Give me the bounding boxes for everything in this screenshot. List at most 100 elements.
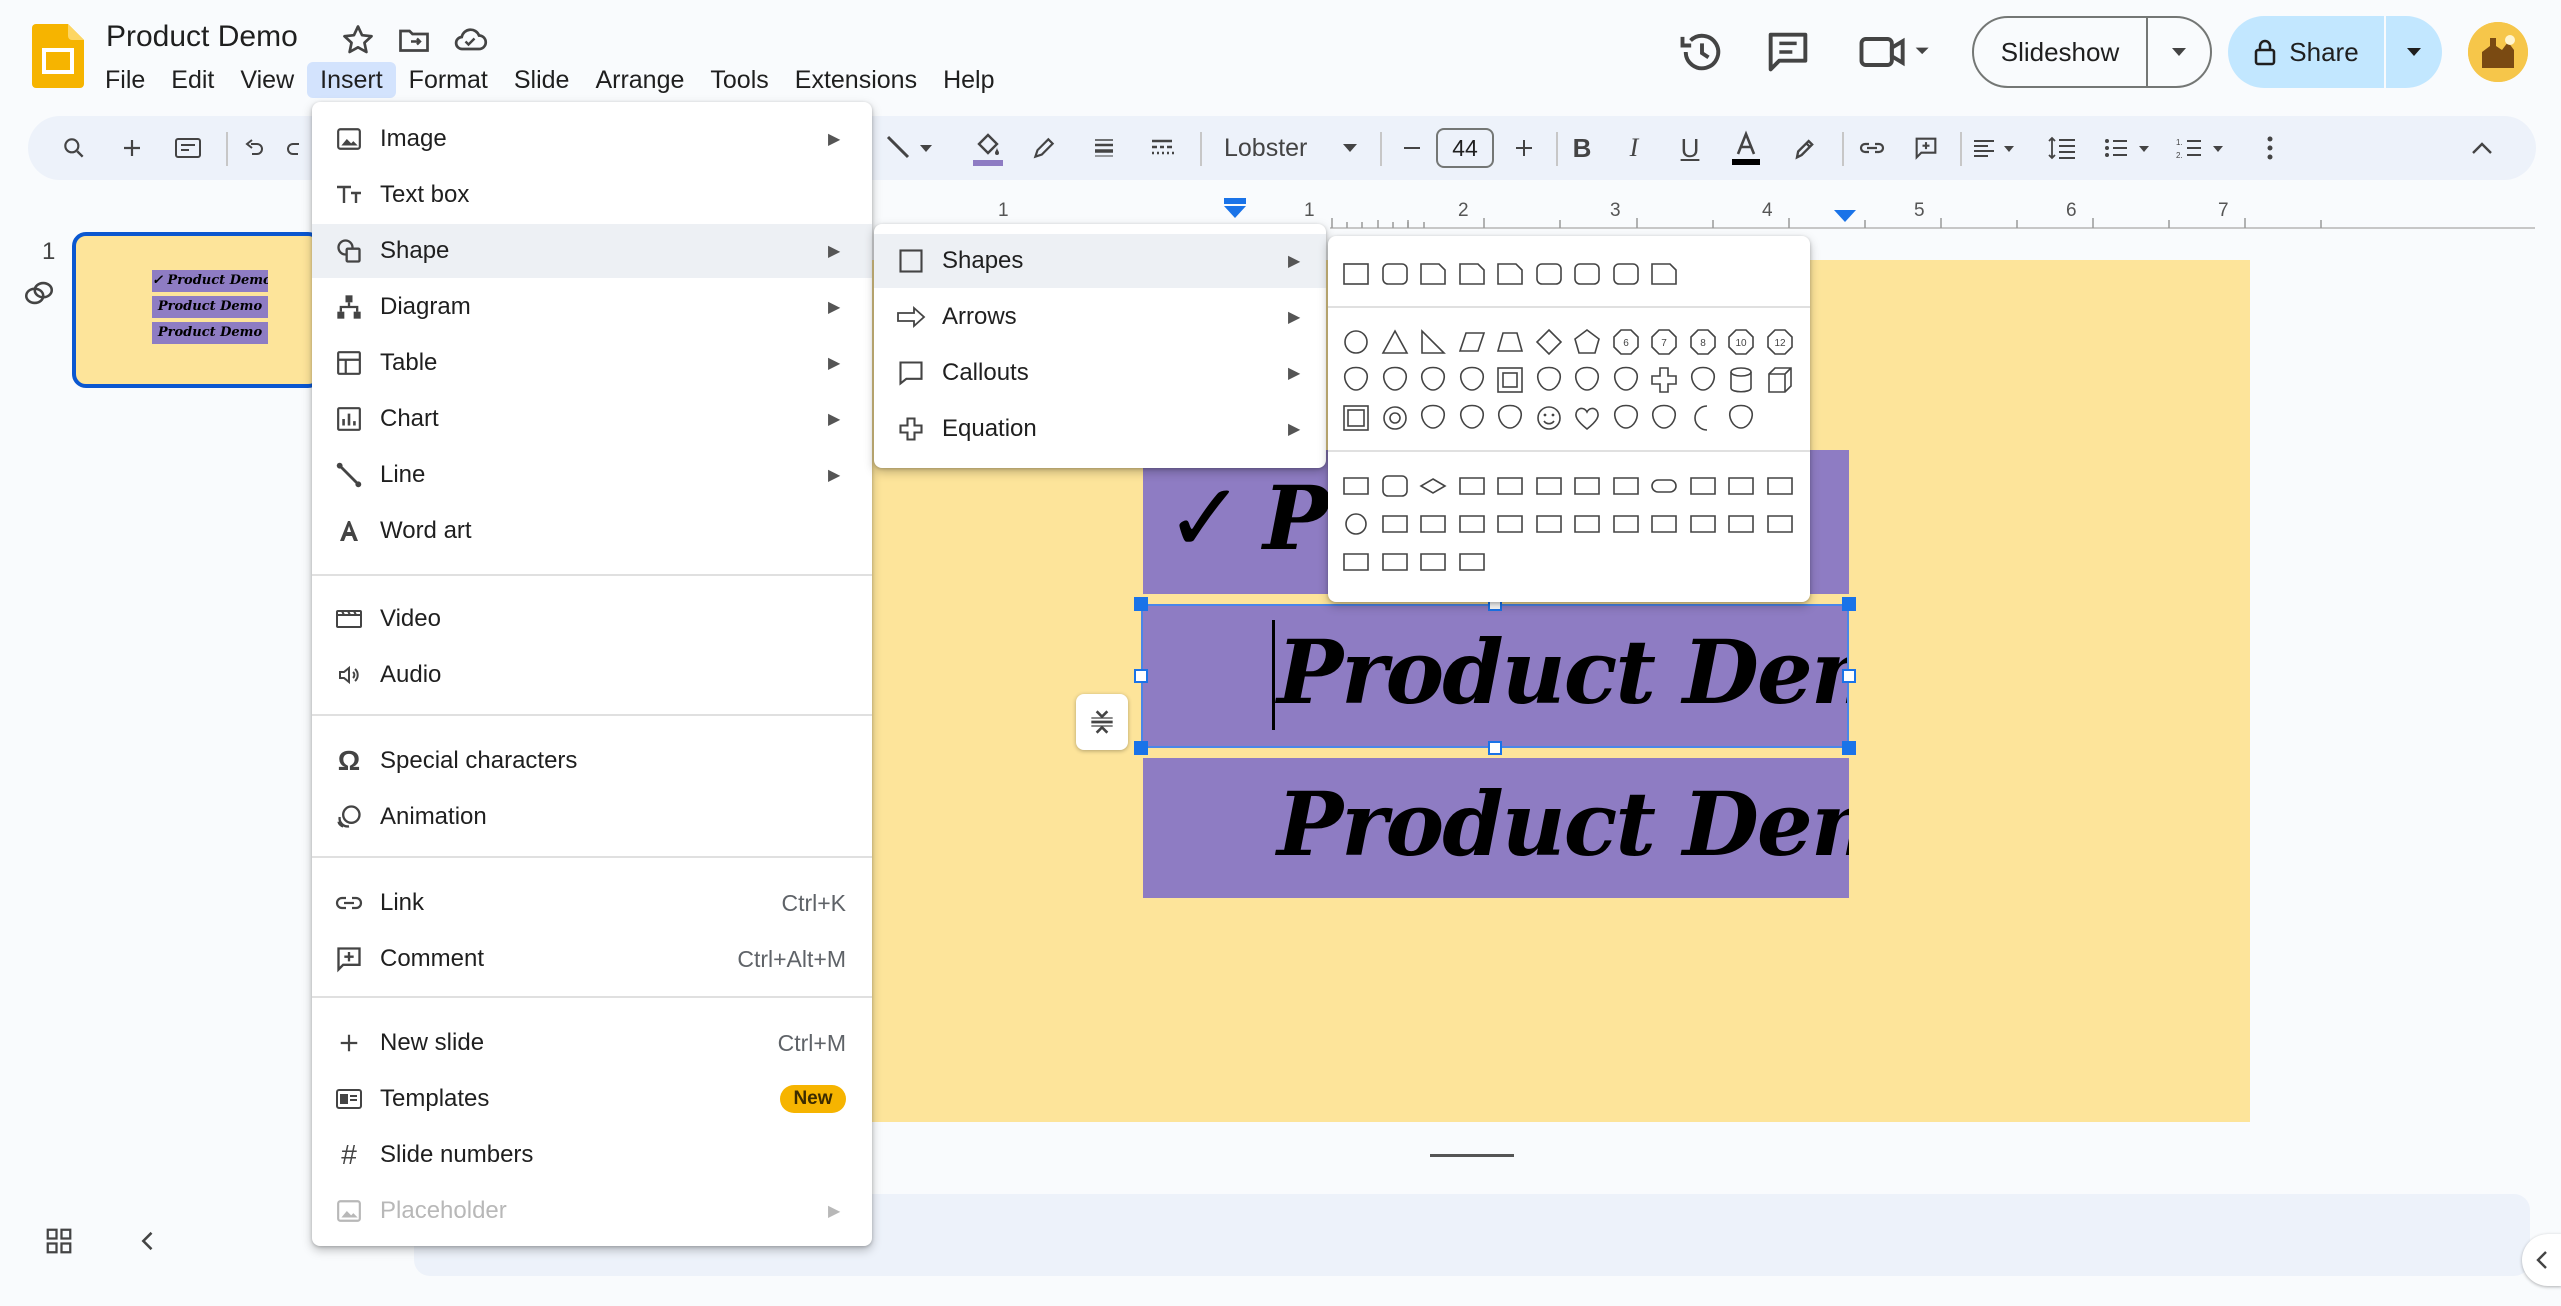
- document-title[interactable]: Product Demo: [106, 20, 298, 54]
- menu-extensions[interactable]: Extensions: [782, 62, 930, 98]
- italic-icon[interactable]: I: [1612, 126, 1656, 170]
- version-history-icon[interactable]: [1676, 26, 1728, 78]
- menu-item-line[interactable]: Line ▶: [312, 448, 872, 502]
- text-box-3[interactable]: Product Demo: [1143, 758, 1849, 898]
- menu-file[interactable]: File: [92, 62, 158, 98]
- flow-alt-process-shape-icon[interactable]: [1379, 470, 1411, 502]
- hexagon-shape-icon[interactable]: 6: [1610, 326, 1642, 358]
- flow-magnetic-disk-shape-icon[interactable]: [1379, 546, 1411, 578]
- no-symbol-shape-icon[interactable]: [1417, 402, 1449, 434]
- cube-shape-icon[interactable]: [1764, 364, 1796, 396]
- collapse-filmstrip-icon[interactable]: [134, 1226, 162, 1256]
- notes-resize-handle[interactable]: [1430, 1154, 1514, 1157]
- autofit-spacing-button[interactable]: [1076, 694, 1128, 750]
- fill-color-icon[interactable]: [966, 126, 1010, 170]
- slide-thumbnail[interactable]: ✓ Product Demo Product Demo Product Demo: [72, 232, 322, 388]
- flow-sequential-access-shape-icon[interactable]: [1340, 546, 1372, 578]
- menu-item-shape[interactable]: Shape ▶: [312, 224, 872, 278]
- decrease-font-size-icon[interactable]: [1390, 126, 1434, 170]
- submenu-item-callouts[interactable]: Callouts ▶: [874, 346, 1326, 400]
- menu-item-table[interactable]: Table ▶: [312, 336, 872, 390]
- linked-objects-icon[interactable]: [22, 276, 56, 310]
- plaque-shape-icon[interactable]: [1687, 364, 1719, 396]
- half-frame-shape-icon[interactable]: [1533, 364, 1565, 396]
- flow-data-shape-icon[interactable]: [1456, 470, 1488, 502]
- share-main[interactable]: Share: [2228, 16, 2386, 88]
- oval-shape-icon[interactable]: [1340, 326, 1372, 358]
- flow-summing-shape-icon[interactable]: [1494, 508, 1526, 540]
- insert-link-icon[interactable]: [1850, 126, 1894, 170]
- decagon-shape-icon[interactable]: 10: [1725, 326, 1757, 358]
- can-shape-icon[interactable]: [1725, 364, 1757, 396]
- selection-frame[interactable]: [1141, 604, 1849, 748]
- underline-icon[interactable]: U: [1668, 126, 1712, 170]
- slides-logo[interactable]: [32, 24, 84, 88]
- line-tool-icon[interactable]: [878, 126, 942, 170]
- trapezoid-shape-icon[interactable]: [1494, 326, 1526, 358]
- comments-icon[interactable]: [1762, 26, 1814, 78]
- flow-sort-shape-icon[interactable]: [1610, 508, 1642, 540]
- slideshow-dropdown-icon[interactable]: [2148, 18, 2210, 86]
- resize-handle-l[interactable]: [1134, 669, 1148, 683]
- new-slide-plus-icon[interactable]: [110, 126, 154, 170]
- border-color-icon[interactable]: [1022, 126, 1066, 170]
- menu-item-audio[interactable]: Audio: [312, 648, 872, 702]
- slideshow-label[interactable]: Slideshow: [1974, 18, 2148, 86]
- flow-card-shape-icon[interactable]: [1417, 508, 1449, 540]
- menu-tools[interactable]: Tools: [697, 62, 781, 98]
- menu-slide[interactable]: Slide: [501, 62, 583, 98]
- meet-icon[interactable]: [1854, 26, 1934, 78]
- menu-item-slide-numbers[interactable]: # Slide numbers: [312, 1128, 872, 1182]
- resize-handle-b[interactable]: [1488, 741, 1502, 755]
- chord-shape-icon[interactable]: [1456, 364, 1488, 396]
- flow-merge-shape-icon[interactable]: [1687, 508, 1719, 540]
- arc-shape-icon[interactable]: [1379, 364, 1411, 396]
- lightning-shape-icon[interactable]: [1610, 402, 1642, 434]
- font-size-input[interactable]: 44: [1436, 128, 1494, 168]
- collapse-toolbar-icon[interactable]: [2460, 126, 2504, 170]
- submenu-item-shapes[interactable]: Shapes ▶: [874, 234, 1326, 288]
- search-menus-icon[interactable]: [52, 126, 96, 170]
- resize-handle-br[interactable]: [1842, 741, 1856, 755]
- bulleted-list-icon[interactable]: [2100, 126, 2160, 170]
- flow-document-shape-icon[interactable]: [1571, 470, 1603, 502]
- teardrop-shape-icon[interactable]: [1417, 364, 1449, 396]
- triangle-shape-icon[interactable]: [1379, 326, 1411, 358]
- share-button[interactable]: Share: [2228, 16, 2442, 88]
- side-panel-toggle-icon[interactable]: [2522, 1234, 2561, 1286]
- menu-item-special-characters[interactable]: Ω Special characters: [312, 734, 872, 788]
- snip-corner-shape-icon[interactable]: [1417, 258, 1449, 290]
- numbered-list-icon[interactable]: 1. 2.: [2174, 126, 2234, 170]
- snip-same-side-shape-icon[interactable]: [1456, 258, 1488, 290]
- flow-stored-data-shape-icon[interactable]: [1725, 508, 1757, 540]
- menu-item-word-art[interactable]: Word art: [312, 504, 872, 558]
- submenu-item-equation[interactable]: Equation ▶: [874, 402, 1326, 456]
- flow-delay-shape-icon[interactable]: [1764, 508, 1796, 540]
- parallelogram-shape-icon[interactable]: [1456, 326, 1488, 358]
- menu-item-animation[interactable]: Animation: [312, 790, 872, 844]
- flow-offpage-shape-icon[interactable]: [1379, 508, 1411, 540]
- block-arc-shape-icon[interactable]: [1456, 402, 1488, 434]
- flow-direct-access-shape-icon[interactable]: [1417, 546, 1449, 578]
- menu-item-video[interactable]: Video: [312, 592, 872, 646]
- pentagon-shape-icon[interactable]: [1571, 326, 1603, 358]
- layout-icon[interactable]: [166, 126, 210, 170]
- octagon-shape-icon[interactable]: 8: [1687, 326, 1719, 358]
- menu-arrange[interactable]: Arrange: [582, 62, 697, 98]
- round-same-side-shape-icon[interactable]: [1571, 258, 1603, 290]
- border-dash-icon[interactable]: [1140, 126, 1184, 170]
- flow-terminator-shape-icon[interactable]: [1648, 470, 1680, 502]
- menu-item-comment[interactable]: Comment Ctrl+Alt+M: [312, 932, 872, 986]
- menu-format[interactable]: Format: [396, 62, 501, 98]
- cloud-saved-icon[interactable]: [452, 22, 488, 58]
- round-diagonal-shape-icon[interactable]: [1610, 258, 1642, 290]
- flow-internal-storage-shape-icon[interactable]: [1533, 470, 1565, 502]
- menu-edit[interactable]: Edit: [158, 62, 227, 98]
- l-shape-shape-icon[interactable]: [1571, 364, 1603, 396]
- flow-collate-shape-icon[interactable]: [1571, 508, 1603, 540]
- flow-punched-tape-shape-icon[interactable]: [1456, 508, 1488, 540]
- line-spacing-icon[interactable]: [2040, 126, 2084, 170]
- menu-item-new-slide[interactable]: New slide Ctrl+M: [312, 1016, 872, 1070]
- menu-item-templates[interactable]: Templates New: [312, 1072, 872, 1126]
- cloud-shape-icon[interactable]: [1725, 402, 1757, 434]
